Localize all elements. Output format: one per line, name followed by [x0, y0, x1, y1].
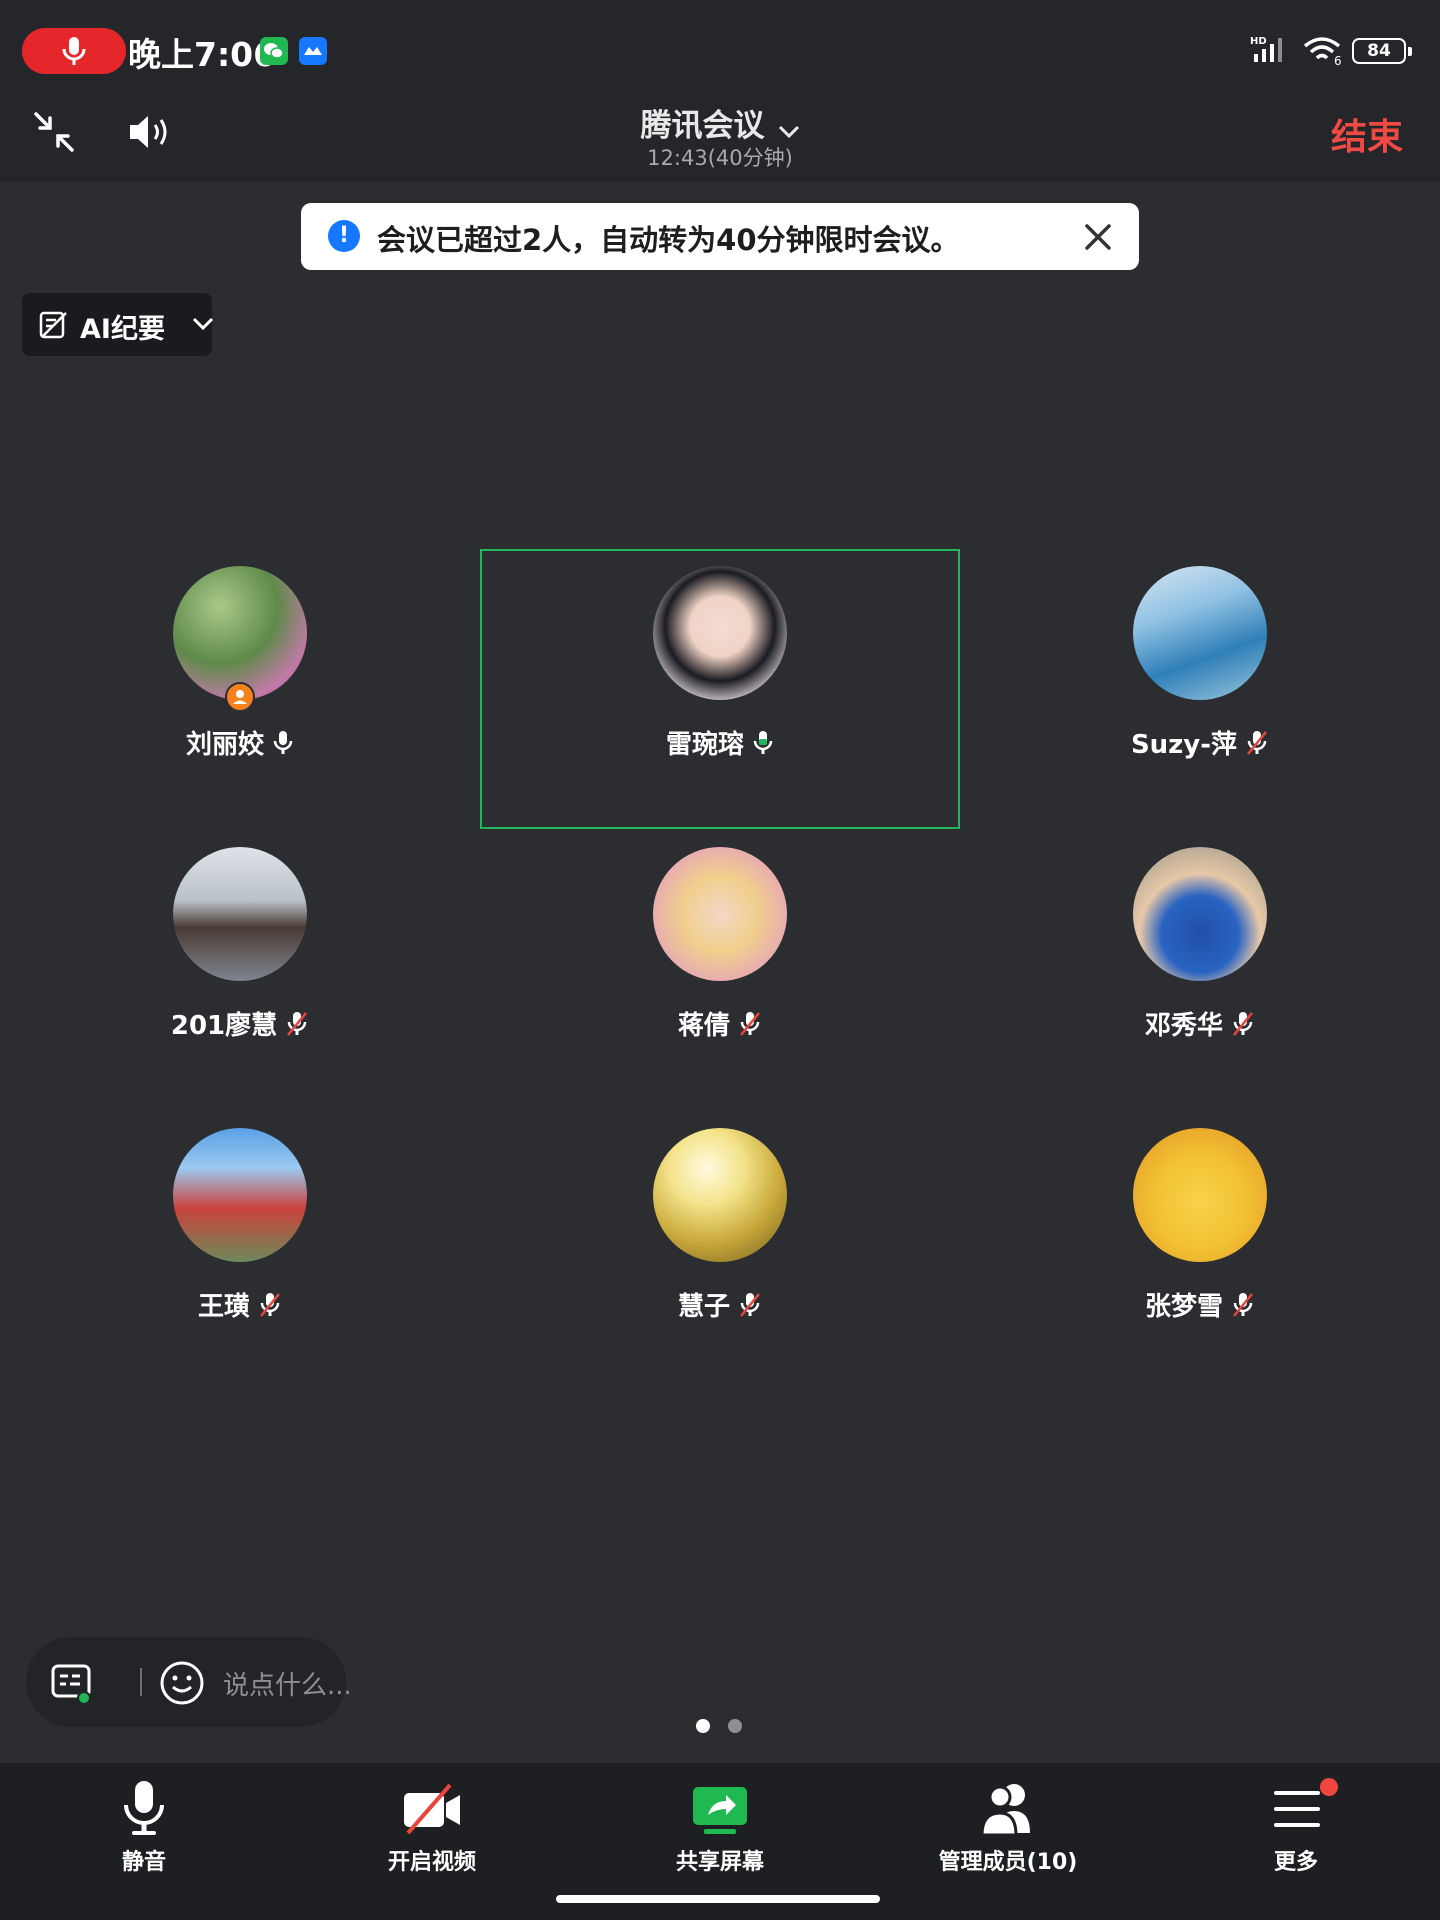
manage-members-label: 管理成员(10) [938, 1850, 1078, 1875]
notice-text: 会议已超过2人，自动转为40分钟限时会议。 [377, 223, 960, 257]
avatar [173, 566, 307, 700]
chevron-down-icon [778, 125, 799, 138]
participant-tile[interactable]: 刘丽姣 [0, 549, 480, 829]
meeting-duration: 12:43(40分钟) [647, 146, 793, 170]
avatar [1133, 566, 1267, 700]
participant-name-row: 慧子 [480, 1286, 960, 1323]
page-dot[interactable] [728, 1719, 742, 1733]
wifi-icon: 6 [1303, 37, 1342, 66]
meeting-title: 腾讯会议 [640, 108, 765, 144]
start-video-button[interactable]: 开启视频 [288, 1763, 576, 1883]
participant-tile-active-speaker[interactable]: 雷琬瑢 [480, 549, 960, 829]
video-off-icon [404, 1783, 460, 1835]
avatar [653, 847, 787, 981]
participant-name-row: 刘丽姣 [0, 724, 480, 761]
notification-badge [1320, 1778, 1338, 1796]
mute-button[interactable]: 静音 [0, 1763, 288, 1883]
battery-indicator: 84 [1352, 38, 1412, 64]
participant-name: Suzy-萍 [1130, 730, 1238, 760]
menu-icon [1274, 1791, 1320, 1827]
status-time: 晚上7:06 [128, 35, 277, 74]
meeting-title-button[interactable]: 腾讯会议 [0, 100, 1440, 145]
participant-tile[interactable]: 张梦雪 [960, 1111, 1440, 1391]
recording-indicator[interactable] [22, 28, 126, 74]
share-screen-icon [693, 1787, 747, 1834]
wechat-icon [260, 37, 288, 65]
participant-tile[interactable]: 王璜 [0, 1111, 480, 1391]
manage-members-button[interactable]: 管理成员(10) [864, 1763, 1152, 1883]
avatar [173, 1128, 307, 1262]
microphone-icon [62, 37, 86, 65]
host-icon [225, 682, 255, 712]
ai-summary-label: AI纪要 [80, 314, 165, 345]
participant-tile[interactable]: 慧子 [480, 1111, 960, 1391]
subtitles-icon[interactable] [50, 1662, 94, 1706]
comment-input[interactable]: 说点什么... [223, 1665, 352, 1702]
members-icon [980, 1784, 1030, 1837]
participant-name: 蒋倩 [677, 1011, 730, 1041]
more-button[interactable]: 更多 [1152, 1763, 1440, 1883]
participant-tile[interactable]: 蒋倩 [480, 830, 960, 1110]
start-video-label: 开启视频 [387, 1850, 476, 1875]
avatar [653, 566, 787, 700]
cellular-signal-icon: HD [1250, 36, 1282, 62]
microphone-muted-icon [287, 1012, 308, 1036]
meeting-header: 腾讯会议 12:43(40分钟) 结束 [0, 100, 1440, 182]
svg-text:HD: HD [1250, 36, 1267, 47]
participant-name: 邓秀华 [1144, 1011, 1223, 1041]
share-screen-button[interactable]: 共享屏幕 [576, 1763, 864, 1883]
end-meeting-button[interactable]: 结束 [1331, 108, 1403, 160]
participant-name-row: Suzy-萍 [960, 724, 1440, 761]
avatar [1133, 1128, 1267, 1262]
microphone-muted-icon [1233, 1293, 1253, 1317]
microphone-muted-icon [1233, 1012, 1253, 1036]
participant-name-row: 雷琬瑢 [482, 724, 958, 761]
info-icon: ! [328, 220, 360, 252]
avatar [1133, 847, 1267, 981]
microphone-muted-icon [740, 1293, 760, 1317]
participant-name: 慧子 [677, 1292, 730, 1322]
participant-tile[interactable]: 邓秀华 [960, 830, 1440, 1110]
comment-bar[interactable]: 说点什么... [26, 1637, 352, 1727]
close-icon[interactable] [1083, 222, 1113, 252]
participant-name-row: 邓秀华 [960, 1005, 1440, 1042]
divider [140, 1668, 142, 1696]
avatar [173, 847, 307, 981]
ai-notes-icon [39, 311, 67, 339]
participant-name-row: 张梦雪 [960, 1286, 1440, 1323]
participant-name: 张梦雪 [1144, 1292, 1223, 1322]
participant-tile[interactable]: 201廖慧 [0, 830, 480, 1110]
notice-banner: ! 会议已超过2人，自动转为40分钟限时会议。 [301, 203, 1139, 270]
participant-name-row: 蒋倩 [480, 1005, 960, 1042]
emoji-icon[interactable] [159, 1660, 205, 1706]
participant-name: 201廖慧 [170, 1011, 278, 1041]
microphone-icon [124, 1781, 164, 1835]
microphone-muted-icon [260, 1293, 280, 1317]
home-indicator[interactable] [556, 1895, 880, 1903]
microphone-muted-icon [1247, 731, 1268, 755]
microphone-icon [753, 731, 773, 754]
participant-name-row: 201廖慧 [0, 1005, 480, 1042]
svg-text:6: 6 [1334, 54, 1342, 66]
avatar [653, 1128, 787, 1262]
mute-label: 静音 [121, 1850, 166, 1875]
ai-summary-button[interactable]: AI纪要 [22, 293, 214, 356]
microphone-icon [273, 731, 293, 754]
participant-tile[interactable]: Suzy-萍 [960, 549, 1440, 829]
status-bar: 晚上7:06 HD 6 84 [0, 0, 1440, 100]
microphone-muted-icon [740, 1012, 760, 1036]
participant-name-row: 王璜 [0, 1286, 480, 1323]
more-label: 更多 [1273, 1850, 1318, 1875]
participant-name: 雷琬瑢 [665, 730, 744, 760]
page-dot-active[interactable] [696, 1719, 710, 1733]
chevron-down-icon [192, 317, 214, 331]
share-screen-label: 共享屏幕 [675, 1850, 764, 1875]
participant-name: 王璜 [197, 1292, 250, 1322]
meeting-app-icon [299, 37, 327, 65]
participant-name: 刘丽姣 [185, 730, 264, 760]
